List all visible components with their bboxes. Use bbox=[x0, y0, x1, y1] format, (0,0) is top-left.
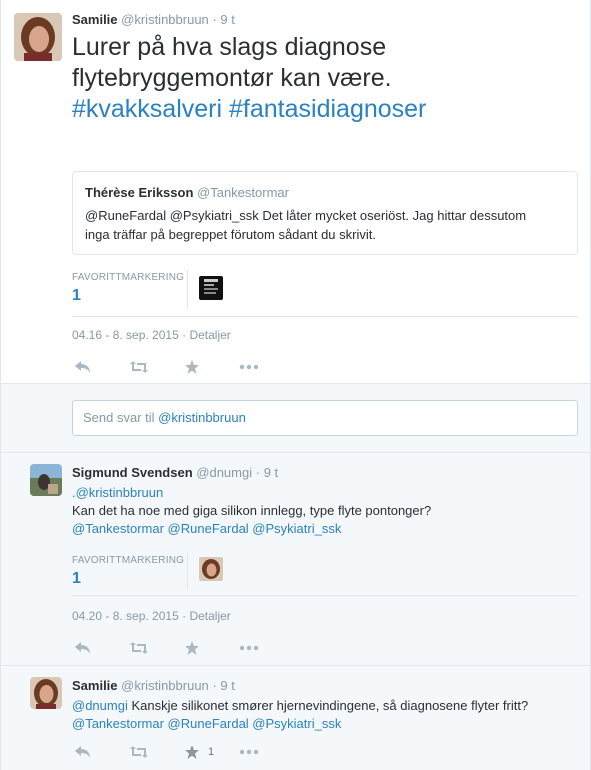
tweet-text-line1: Lurer på hva slags diagnose bbox=[72, 33, 387, 61]
reply1-body: Kan det ha noe med giga silikon innlegg,… bbox=[72, 503, 432, 518]
tweet-time[interactable]: 9 t bbox=[220, 12, 234, 27]
favoriter-avatar[interactable] bbox=[199, 276, 223, 300]
tweet-conversation: Samilie @kristinbbruun · 9 t Lurer på hv… bbox=[0, 0, 591, 770]
reply1-actions bbox=[74, 638, 294, 658]
favorite-button[interactable] bbox=[184, 638, 239, 658]
author-name[interactable]: Samilie bbox=[72, 12, 118, 27]
retweet-icon bbox=[130, 642, 148, 654]
tweet-header: Samilie @kristinbbruun · 9 t bbox=[72, 12, 235, 27]
reply-input[interactable]: Send svar til @kristinbbruun bbox=[72, 400, 578, 436]
hashtag-kvakksalveri[interactable]: #kvakksalveri bbox=[72, 95, 222, 123]
favorite-button[interactable] bbox=[184, 357, 239, 377]
reply1-text: .@kristinbbruun Kan det ha noe med giga … bbox=[72, 484, 582, 538]
separator-dot: · bbox=[212, 678, 217, 693]
more-dots-icon bbox=[239, 749, 259, 755]
tweet-actions bbox=[74, 357, 294, 377]
reply1-timestamp[interactable]: 04.20 - 8. sep. 2015 bbox=[72, 609, 179, 623]
reply-button[interactable] bbox=[74, 638, 129, 658]
retweet-button[interactable] bbox=[129, 357, 184, 377]
reply-tweet-2[interactable]: Samilie @kristinbbruun · 9 t @dnumgi Kan… bbox=[1, 666, 590, 770]
reply1-time[interactable]: 9 t bbox=[264, 465, 278, 480]
star-icon bbox=[185, 360, 199, 374]
reply1-mentions[interactable]: @Tankestormar @RuneFardal @Psykiatri_ssk bbox=[72, 520, 582, 538]
reply2-text: @dnumgi Kanskje silikonet smører hjernev… bbox=[72, 697, 582, 733]
reply1-favorite-count: 1 bbox=[72, 570, 81, 587]
reply2-author-name[interactable]: Samilie bbox=[72, 678, 118, 693]
star-icon bbox=[185, 641, 199, 655]
reply2-mention[interactable]: @dnumgi bbox=[72, 698, 128, 713]
reply2-header: Samilie @kristinbbruun · 9 t bbox=[72, 678, 235, 693]
author-handle[interactable]: @kristinbbruun bbox=[121, 12, 209, 27]
quoted-tweet[interactable]: Thérèse Eriksson @Tankestormar @RuneFard… bbox=[72, 171, 578, 255]
retweet-icon bbox=[130, 746, 148, 758]
details-link[interactable]: Detaljer bbox=[189, 328, 230, 342]
quoted-text: @RuneFardal @Psykiatri_ssk Det låter myc… bbox=[85, 206, 526, 244]
tweet-timestamp[interactable]: 04.16 - 8. sep. 2015 bbox=[72, 328, 179, 342]
separator-dot: · bbox=[255, 465, 261, 480]
reply1-author-name[interactable]: Sigmund Svendsen bbox=[72, 465, 193, 480]
separator-dot: · bbox=[212, 12, 217, 27]
quoted-text-line2: inga träffar på begreppet förutom sådant… bbox=[85, 227, 376, 242]
more-dots-icon bbox=[239, 645, 259, 651]
quoted-text-line1: @RuneFardal @Psykiatri_ssk Det låter myc… bbox=[85, 208, 527, 223]
reply1-favorite-stat[interactable]: FAVORITTMARKERING 1 bbox=[72, 555, 184, 588]
reply-button[interactable] bbox=[74, 742, 129, 762]
more-button[interactable] bbox=[239, 742, 294, 762]
reply-placeholder: Send svar til bbox=[83, 410, 155, 425]
more-button[interactable] bbox=[239, 357, 294, 377]
quoted-author-name: Thérèse Eriksson bbox=[85, 185, 194, 200]
reply-icon bbox=[75, 361, 90, 373]
reply-tweet-1[interactable]: Sigmund Svendsen @dnumgi · 9 t .@kristin… bbox=[1, 453, 590, 665]
tweet-text-line2: flytebryggemontør kan være. bbox=[72, 64, 392, 92]
retweet-button[interactable] bbox=[129, 638, 184, 658]
reply-button[interactable] bbox=[74, 357, 129, 377]
reply2-mentions[interactable]: @Tankestormar @RuneFardal @Psykiatri_ssk bbox=[72, 715, 582, 733]
author-avatar[interactable] bbox=[14, 13, 62, 61]
separator-dot: · bbox=[182, 328, 187, 342]
quoted-header: Thérèse Eriksson @Tankestormar bbox=[85, 185, 289, 200]
more-dots-icon bbox=[239, 364, 259, 370]
reply2-time[interactable]: 9 t bbox=[220, 678, 234, 693]
reply2-avatar[interactable] bbox=[30, 677, 62, 709]
hashtag-fantasidiagnoser[interactable]: #fantasidiagnoser bbox=[229, 95, 426, 123]
retweet-button[interactable] bbox=[129, 742, 184, 762]
reply2-actions: 1 bbox=[74, 742, 294, 762]
reply1-avatar[interactable] bbox=[30, 464, 62, 496]
stat-divider bbox=[187, 553, 188, 589]
reply-icon bbox=[75, 642, 90, 654]
retweet-icon bbox=[130, 361, 148, 373]
tweet-timestamp-row: 04.16 - 8. sep. 2015 · Detaljer bbox=[72, 328, 231, 342]
reply1-header: Sigmund Svendsen @dnumgi · 9 t bbox=[72, 465, 278, 480]
main-tweet: Samilie @kristinbbruun · 9 t Lurer på hv… bbox=[1, 0, 590, 383]
favorite-stat[interactable]: FAVORITTMARKERING 1 bbox=[72, 272, 184, 305]
stat-divider bbox=[187, 270, 188, 310]
reply2-body: Kanskje silikonet smører hjernevindingen… bbox=[131, 698, 529, 713]
favorite-label: FAVORITTMARKERING bbox=[72, 272, 185, 283]
reply-mention: @kristinbbruun bbox=[158, 410, 246, 425]
stats-divider bbox=[72, 595, 578, 596]
reply1-timestamp-row: 04.20 - 8. sep. 2015 · Detaljer bbox=[72, 609, 231, 623]
reply1-details-link[interactable]: Detaljer bbox=[189, 609, 230, 623]
tweet-text: Lurer på hva slags diagnose flytebryggem… bbox=[72, 32, 582, 125]
separator-dot: · bbox=[182, 609, 187, 623]
favorite-button[interactable]: 1 bbox=[184, 742, 239, 762]
star-icon bbox=[185, 745, 199, 759]
reply1-favoriter-avatar[interactable] bbox=[199, 557, 223, 581]
quoted-author-handle: @Tankestormar bbox=[197, 185, 289, 200]
favorite-count: 1 bbox=[72, 287, 81, 304]
reply1-favorite-label: FAVORITTMARKERING bbox=[72, 555, 185, 566]
reply2-author-handle[interactable]: @kristinbbruun bbox=[121, 678, 209, 693]
reply-icon bbox=[75, 746, 90, 758]
reply-composer: Send svar til @kristinbbruun bbox=[1, 384, 590, 452]
reply1-mention-line[interactable]: .@kristinbbruun bbox=[72, 484, 582, 502]
stats-divider bbox=[72, 316, 578, 317]
reply1-author-handle[interactable]: @dnumgi bbox=[196, 465, 252, 480]
more-button[interactable] bbox=[239, 638, 294, 658]
reply2-favorite-count: 1 bbox=[208, 746, 215, 758]
